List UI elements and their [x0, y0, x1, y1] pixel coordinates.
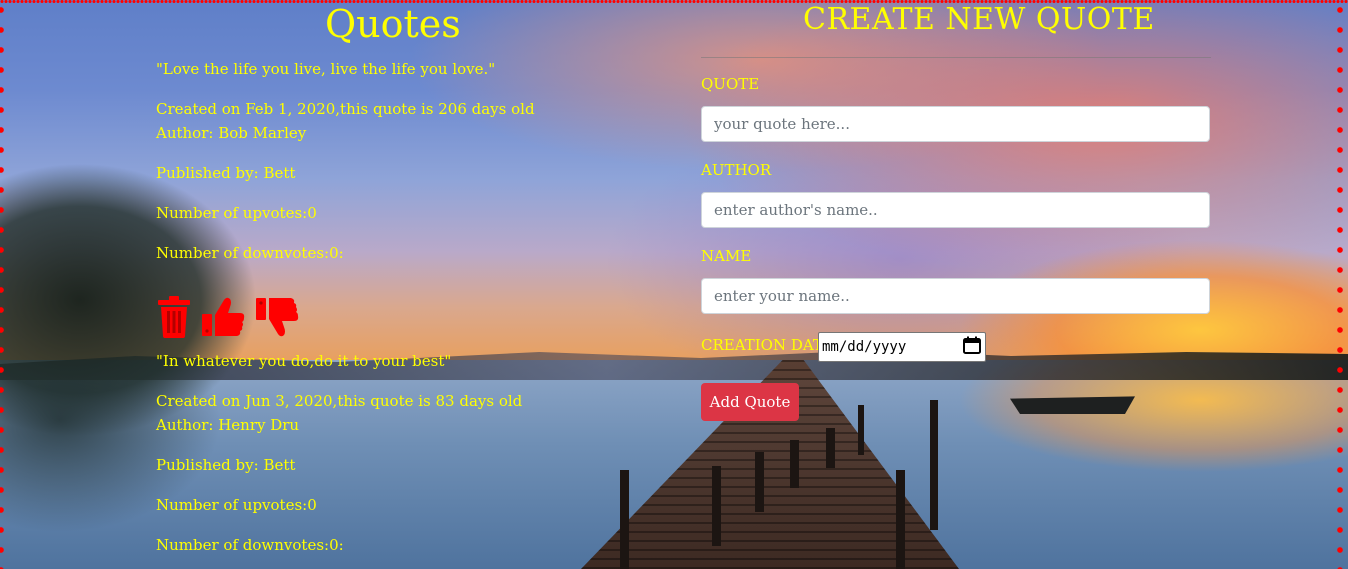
dock-post — [712, 466, 721, 546]
add-quote-button[interactable]: Add Quote — [701, 383, 799, 421]
calendar-icon[interactable] — [963, 336, 981, 358]
quote-upvotes: Number of upvotes:0 — [156, 204, 317, 222]
author-input[interactable] — [701, 192, 1210, 228]
right-dotted-border — [1337, 0, 1343, 569]
quote-author: Author: Bob Marley — [156, 124, 307, 142]
dock-post — [826, 428, 835, 468]
name-label: NAME — [701, 247, 752, 265]
date-placeholder: mm/dd/yyyy — [822, 339, 907, 355]
thumbs-down-icon[interactable] — [256, 296, 300, 338]
quote-author: Author: Henry Dru — [156, 416, 300, 434]
quote-actions — [156, 296, 300, 338]
quote-created: Created on Jun 3, 2020,this quote is 83 … — [156, 392, 523, 410]
quote-publisher: Published by: Bett — [156, 164, 296, 182]
creation-date-input[interactable]: mm/dd/yyyy — [818, 332, 986, 362]
divider — [701, 57, 1211, 58]
quote-downvotes: Number of downvotes:0: — [156, 536, 344, 554]
left-dotted-border — [0, 0, 4, 569]
dock-post — [930, 400, 938, 530]
quote-text: "In whatever you do,do it to your best" — [156, 352, 452, 370]
author-label: AUTHOR — [701, 161, 772, 179]
quote-input[interactable] — [701, 106, 1210, 142]
dock-post — [620, 470, 629, 569]
quote-upvotes: Number of upvotes:0 — [156, 496, 317, 514]
dock-post — [755, 452, 764, 512]
quote-label: QUOTE — [701, 75, 760, 93]
quote-created: Created on Feb 1, 2020,this quote is 206… — [156, 100, 535, 118]
quote-text: "Love the life you live, live the life y… — [156, 60, 496, 78]
form-title: CREATE NEW QUOTE — [803, 2, 1155, 37]
quote-publisher: Published by: Bett — [156, 456, 296, 474]
dock-post — [858, 405, 864, 455]
dock-post — [896, 470, 905, 569]
trash-icon[interactable] — [156, 296, 192, 338]
creation-date-label: CREATION DATE — [701, 336, 834, 354]
dock-post — [790, 440, 799, 488]
name-input[interactable] — [701, 278, 1210, 314]
quote-downvotes: Number of downvotes:0: — [156, 244, 344, 262]
thumbs-up-icon[interactable] — [202, 296, 246, 338]
quotes-title: Quotes — [325, 2, 461, 46]
